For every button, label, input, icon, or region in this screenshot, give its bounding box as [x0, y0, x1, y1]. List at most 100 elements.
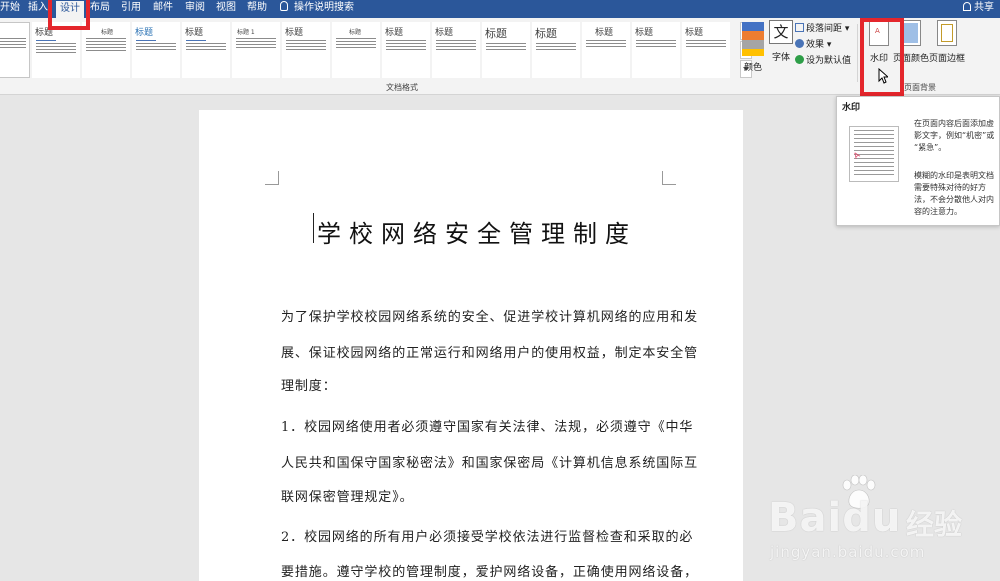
style-thumb-title: 标题: [349, 29, 362, 36]
tell-me-search[interactable]: 操作说明搜索: [280, 0, 354, 18]
style-set-thumb[interactable]: 标题: [382, 22, 430, 78]
tab-help[interactable]: 帮助: [247, 0, 267, 18]
style-set-thumb[interactable]: 标题: [0, 22, 30, 78]
document-page[interactable]: 学校网络安全管理制度 为了保护学校校园网络系统的安全、促进学校计算机网络的应用和…: [199, 110, 743, 581]
style-thumb-title: 标题: [535, 27, 557, 40]
style-set-thumb[interactable]: 标题: [282, 22, 330, 78]
share-label: 共享: [974, 2, 994, 13]
tooltip-desc-line: 在页面内容后面添加虚: [914, 119, 994, 128]
paragraph-line: 理制度：: [281, 379, 337, 394]
checkmark-icon: [795, 55, 804, 64]
style-set-thumb[interactable]: 标题: [82, 22, 130, 78]
tooltip-title: 水印: [842, 103, 861, 113]
tooltip-desc-line: 模糊的水印是表明文档: [914, 171, 994, 180]
style-set-thumb[interactable]: 标题: [32, 22, 80, 78]
paragraph-spacing-icon: [795, 23, 804, 32]
style-thumb-title: 标题: [285, 28, 304, 38]
set-as-default-label: 设为默认值: [806, 56, 852, 66]
style-set-thumb[interactable]: 标题: [482, 22, 530, 78]
paragraph-spacing-button[interactable]: 段落间距 ▾: [795, 22, 851, 38]
style-set-thumb[interactable]: 标题: [532, 22, 580, 78]
effects-button[interactable]: 效果 ▾: [795, 38, 851, 54]
style-set-thumb[interactable]: 标题: [632, 22, 680, 78]
page-color-icon: [901, 20, 921, 46]
jingyan-url: jingyan.baidu.com: [770, 543, 926, 561]
style-set-thumb[interactable]: 标题: [682, 22, 730, 78]
color-swatch: [742, 49, 764, 56]
tab-mailings[interactable]: 邮件: [153, 0, 173, 18]
page-borders-button[interactable]: 页面边框: [929, 20, 965, 64]
set-as-default-button[interactable]: 设为默认值: [795, 54, 851, 70]
tooltip-desc-line: 容的注意力。: [914, 207, 962, 216]
crop-mark: [662, 171, 676, 185]
style-thumb-title: 标题: [635, 28, 654, 38]
tooltip-desc-line: 法，不会分散他人对内: [914, 195, 994, 204]
tooltip-desc-line: “紧急”。: [914, 143, 947, 152]
style-thumb-title: 标题: [101, 29, 114, 36]
style-thumb-title: 标题: [0, 27, 29, 36]
watermark-tooltip: 水印 A 在页面内容后面添加虚 影文字，例如“机密”或 “紧急”。 模糊的水印是…: [836, 96, 1000, 226]
colors-icon: [742, 22, 764, 56]
highlight-box-watermark: [860, 18, 904, 96]
mouse-pointer-icon: [878, 68, 888, 84]
tooltip-desc-line: 需要特殊对待的好方: [914, 183, 986, 192]
tell-me-label: 操作说明搜索: [294, 2, 354, 13]
style-thumb-title: 标题: [485, 27, 507, 40]
paragraph-line: 联网保密管理规定》。: [281, 490, 414, 505]
paragraph-line: 为了保护学校校园网络系统的安全、促进学校计算机网络的应用和发: [281, 310, 699, 325]
style-set-thumb[interactable]: 标题: [182, 22, 230, 78]
style-thumb-title: 标题 1: [237, 29, 255, 36]
style-thumb-title: 标题: [435, 28, 454, 38]
share-button[interactable]: 共享: [963, 0, 994, 18]
style-set-thumb[interactable]: 标题: [132, 22, 180, 78]
style-set-thumb[interactable]: 标题: [432, 22, 480, 78]
effects-icon: [795, 39, 804, 48]
fonts-label: 字体: [771, 53, 790, 63]
color-swatch: [742, 22, 764, 31]
fonts-button[interactable]: 文 字体: [768, 20, 794, 63]
paragraph-line: 人民共和国保守国家秘密法》和国家保密局《计算机信息系统国际互: [281, 456, 699, 471]
tab-view[interactable]: 视图: [216, 0, 236, 18]
tooltip-desc-line: 影文字，例如“机密”或: [914, 131, 995, 140]
baidu-logo-text: Baidu: [768, 495, 902, 541]
colors-button[interactable]: 颜色: [740, 60, 766, 73]
color-swatch: [742, 40, 764, 49]
page-borders-icon: [937, 20, 957, 46]
tab-home[interactable]: 开始: [0, 0, 20, 18]
style-thumb-title: 标题: [595, 28, 614, 38]
style-set-thumb[interactable]: 标题: [582, 22, 630, 78]
tab-insert[interactable]: 插入: [28, 0, 48, 18]
watermark-preview-image: A: [849, 126, 899, 182]
style-set-thumb[interactable]: 标题 1: [232, 22, 280, 78]
style-set-gallery: 标题 标题 标题 标题 标题 标题 1 标题 标题: [0, 22, 738, 82]
paragraph-line: 1．校园网络使用者必须遵守国家有关法律、法规，必须遵守《中华: [281, 420, 694, 435]
tab-references[interactable]: 引用: [121, 0, 141, 18]
colors-label: 颜色: [743, 63, 762, 73]
paragraph-line: 2．校园网络的所有用户必须接受学校依法进行监督检查和采取的必: [281, 530, 694, 545]
style-thumb-title: 标题: [185, 28, 204, 38]
design-options: 段落间距 ▾ 效果 ▾ 设为默认值: [795, 22, 851, 70]
font-glyph-icon: 文: [769, 20, 793, 44]
lightbulb-icon: [280, 1, 288, 11]
page-borders-label: 页面边框: [929, 54, 966, 64]
style-set-thumb[interactable]: 标题: [332, 22, 380, 78]
color-swatch: [742, 31, 764, 40]
style-thumb-title: 标题: [135, 28, 154, 38]
group-separator: [857, 24, 858, 82]
paragraph-line: 要措施。遵守学校的管理制度，爱护网络设备，正确使用网络设备，: [281, 565, 699, 580]
tab-layout[interactable]: 布局: [90, 0, 110, 18]
style-thumb-title: 标题: [685, 28, 704, 38]
text-cursor: [313, 213, 314, 243]
effects-label: 效果: [806, 40, 825, 50]
jingyan-text: 经验: [906, 508, 963, 541]
person-icon: [963, 2, 971, 11]
paragraph-line: 展、保证校园网络的正常运行和网络用户的使用权益，制定本安全管: [281, 346, 699, 361]
document-formatting-group-label: 文档格式: [386, 83, 418, 92]
crop-mark: [265, 171, 279, 185]
ribbon: 标题 标题 标题 标题 标题 标题 1 标题 标题: [0, 18, 1000, 95]
paragraph-spacing-label: 段落间距: [806, 24, 843, 34]
document-title: 学校网络安全管理制度: [317, 220, 637, 248]
page-background-group-label: 页面背景: [904, 83, 936, 92]
tab-review[interactable]: 审阅: [185, 0, 205, 18]
highlight-box-design-tab: [48, 0, 90, 30]
